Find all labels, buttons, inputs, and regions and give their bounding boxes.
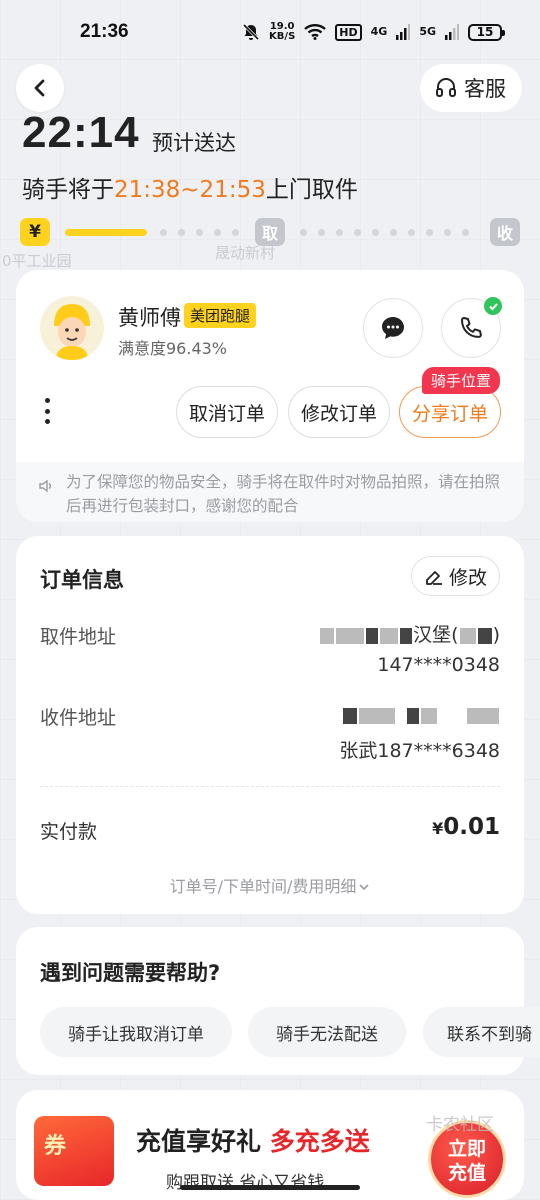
progress-dot [462, 229, 469, 236]
delivery-progress-track: ¥ 取 收 [20, 218, 520, 246]
status-bar: 21:36 19.0 KB/S HD 4G 5G 15 [0, 0, 540, 64]
delivery-address-value [342, 704, 500, 726]
cancel-order-button[interactable]: 取消订单 [176, 386, 278, 438]
home-indicator[interactable] [180, 1185, 360, 1190]
edit-order-info-button[interactable]: 修改 [410, 556, 500, 596]
signal-5g-label: 5G [419, 25, 436, 38]
avatar [40, 296, 104, 360]
currency-symbol: ¥ [432, 819, 444, 838]
receive-step-node: 收 [490, 218, 520, 246]
chevron-left-icon [34, 79, 45, 97]
wifi-icon [304, 24, 327, 40]
pickup-address-label: 取件地址 [40, 626, 117, 648]
modify-order-button[interactable]: 修改订单 [288, 386, 390, 438]
coupon-icon: 券 [34, 1116, 114, 1186]
help-card: 遇到问题需要帮助? 骑手让我取消订单 骑手无法配送 联系不到骑 [16, 927, 540, 1075]
pickup-phone: 147****0348 [377, 654, 500, 676]
order-info-title: 订单信息 [40, 568, 124, 592]
paid-amount-value: ¥0.01 [432, 814, 500, 840]
headset-icon [436, 78, 456, 97]
safety-notice: 为了保障您的物品安全，骑手将在取件时对物品拍照，请在拍照后再进行包装封口，感谢您… [16, 462, 524, 522]
help-chip-rider-asked-cancel[interactable]: 骑手让我取消订单 [40, 1007, 232, 1057]
edit-label: 修改 [448, 566, 487, 589]
pickup-suffix: 上门取件 [265, 177, 358, 203]
phone-icon [461, 317, 482, 338]
safety-notice-text: 为了保障您的物品安全，骑手将在取件时对物品拍照，请在拍照后再进行包装封口，感谢您… [66, 473, 501, 515]
rider-avatar-illustration [40, 296, 104, 360]
watermark: 卡农社区 [426, 1115, 494, 1135]
eta-label: 预计送达 [152, 131, 236, 155]
progress-dot [300, 229, 307, 236]
pickup-window: 21:38~21:53 [114, 177, 266, 203]
coupon-label: 券 [44, 1134, 67, 1159]
paid-amount: 0.01 [443, 814, 500, 840]
promo-headline-main: 充值享好礼 [136, 1127, 262, 1156]
progress-dot [390, 229, 397, 236]
status-icons: 19.0 KB/S HD 4G 5G 15 [242, 22, 505, 42]
cta-line-1: 立即 [447, 1138, 486, 1160]
progress-bar-fill [65, 229, 147, 236]
battery-level: 15 [476, 25, 494, 39]
customer-service-button[interactable]: 客服 [420, 64, 522, 112]
message-rider-button[interactable] [363, 298, 423, 358]
progress-dot [214, 229, 221, 236]
help-title: 遇到问题需要帮助? [40, 961, 221, 985]
net-speed: 19.0 KB/S [269, 22, 295, 42]
battery-icon: 15 [468, 23, 505, 41]
pickup-prefix: 骑手将于 [22, 177, 114, 203]
rider-rating: 满意度96.43% [118, 339, 228, 358]
progress-dot [444, 229, 451, 236]
rider-name: 黄师傅 [118, 306, 181, 330]
pickup-address-value: 汉堡() [319, 620, 500, 647]
pickup-address-visible: 汉堡( [413, 624, 459, 646]
paid-step-icon: ¥ [20, 218, 50, 246]
hd-badge: HD [335, 23, 362, 41]
signal-icon [445, 24, 459, 40]
help-chip-cannot-reach-rider[interactable]: 联系不到骑 [423, 1007, 540, 1057]
net-speed-unit: KB/S [269, 31, 296, 42]
rider-card: 黄师傅 美团跑腿 满意度96.43% 取消订单 修改订单 分享订单 骑手位置 为… [16, 270, 524, 522]
call-rider-button[interactable] [441, 297, 502, 358]
progress-dot [196, 229, 203, 236]
progress-dot [426, 229, 433, 236]
eraser-edit-icon [426, 571, 442, 585]
rider-location-tag[interactable]: 骑手位置 [422, 367, 501, 394]
recharge-promo-banner[interactable]: 券 充值享好礼 多充多送 购跟取送 省心又省钱 立即 充值 卡农社区 [16, 1090, 524, 1200]
order-details-link[interactable]: 订单号/下单时间/费用明细 [16, 873, 524, 897]
mute-bell-icon [242, 23, 260, 41]
promo-headline: 充值享好礼 多充多送 [136, 1122, 370, 1158]
progress-dot [318, 229, 325, 236]
delivery-address-label: 收件地址 [40, 707, 117, 729]
more-options-button[interactable] [40, 398, 54, 424]
progress-dot [232, 229, 239, 236]
speaker-icon [39, 479, 51, 493]
chevron-down-icon [359, 884, 369, 891]
map-label: 0平工业园 [2, 252, 72, 270]
promo-headline-highlight: 多充多送 [269, 1127, 370, 1156]
delivery-contact: 张武187****6348 [339, 740, 500, 762]
pickup-window-text: 骑手将于21:38~21:53上门取件 [22, 170, 358, 204]
cta-line-2: 充值 [447, 1162, 486, 1184]
progress-dot [372, 229, 379, 236]
progress-dot [160, 229, 167, 236]
back-button[interactable] [16, 64, 64, 112]
signal-icon [396, 24, 411, 40]
order-details-link-label: 订单号/下单时间/费用明细 [169, 877, 357, 896]
customer-service-label: 客服 [464, 77, 506, 101]
signal-4g-label: 4G [370, 25, 388, 38]
progress-dot [178, 229, 185, 236]
status-time: 21:36 [80, 21, 129, 42]
verified-check-icon [484, 297, 502, 315]
pickup-step-node: 取 [255, 218, 285, 246]
progress-dot [354, 229, 361, 236]
progress-dot [408, 229, 415, 236]
section-divider [40, 786, 500, 787]
chat-bubble-icon [382, 317, 404, 339]
progress-dot [336, 229, 343, 236]
eta-time: 22:14 [22, 108, 140, 157]
paid-amount-label: 实付款 [40, 821, 98, 843]
help-chip-rider-cannot-deliver[interactable]: 骑手无法配送 [248, 1007, 406, 1057]
order-info-card: 订单信息 修改 取件地址 汉堡() 147****0348 收件地址 张武187… [16, 536, 524, 914]
rider-service-tag: 美团跑腿 [184, 303, 257, 328]
